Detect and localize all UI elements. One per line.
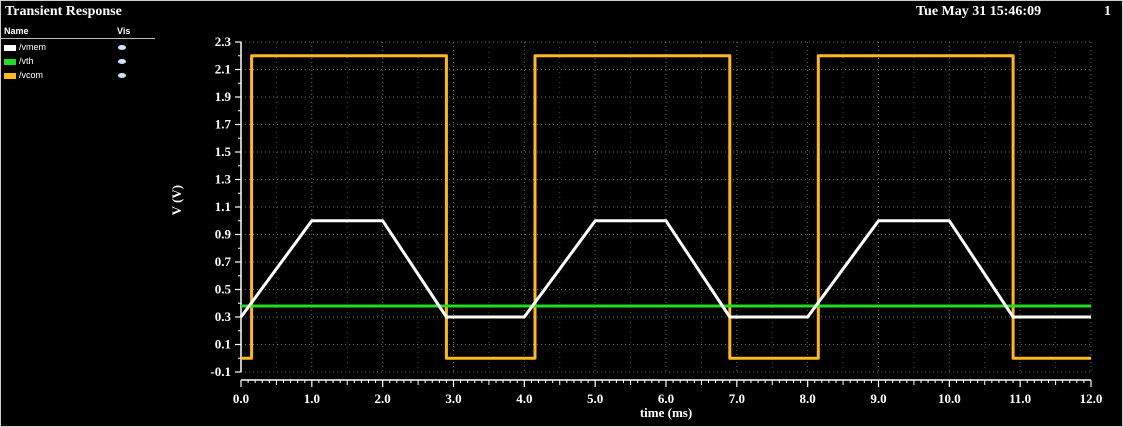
y-tick-label: 0.5 [215,282,232,297]
y-tick-label: 1.7 [215,117,232,132]
y-tick-label: 1.3 [215,172,232,187]
y-tick-label: -0.1 [210,364,231,379]
x-tick-label: 10.0 [938,391,961,406]
y-axis-title: V (V) [169,185,184,215]
y-tick-label: 0.3 [215,309,232,324]
x-tick-label: 4.0 [516,391,532,406]
y-tick-label: 2.1 [215,62,231,77]
y-tick-label: 0.7 [215,254,232,269]
x-tick-label: 0.0 [233,391,249,406]
x-tick-label: 9.0 [870,391,886,406]
x-tick-label: 11.0 [1009,391,1031,406]
x-tick-label: 2.0 [375,391,391,406]
x-axis-title: time (ms) [640,405,692,420]
y-tick-label: 0.1 [215,337,231,352]
x-tick-label: 7.0 [729,391,745,406]
x-tick-label: 1.0 [304,391,320,406]
x-tick-label: 8.0 [800,391,816,406]
x-tick-label: 6.0 [658,391,674,406]
x-tick-label: 12.0 [1080,391,1103,406]
x-tick-label: 3.0 [445,391,461,406]
y-tick-label: 1.1 [215,199,231,214]
x-tick-label: 5.0 [587,391,603,406]
y-tick-label: 1.9 [215,89,232,104]
plot-area: 2.3 2.1 1.9 1.7 1.5 1.3 1.1 0.9 0.7 0.5 0.3 0.1 -0.1… [169,34,1103,420]
y-tick-label: 2.3 [215,34,232,49]
y-tick-label: 1.5 [215,144,232,159]
y-tick-label: 0.9 [215,227,232,242]
